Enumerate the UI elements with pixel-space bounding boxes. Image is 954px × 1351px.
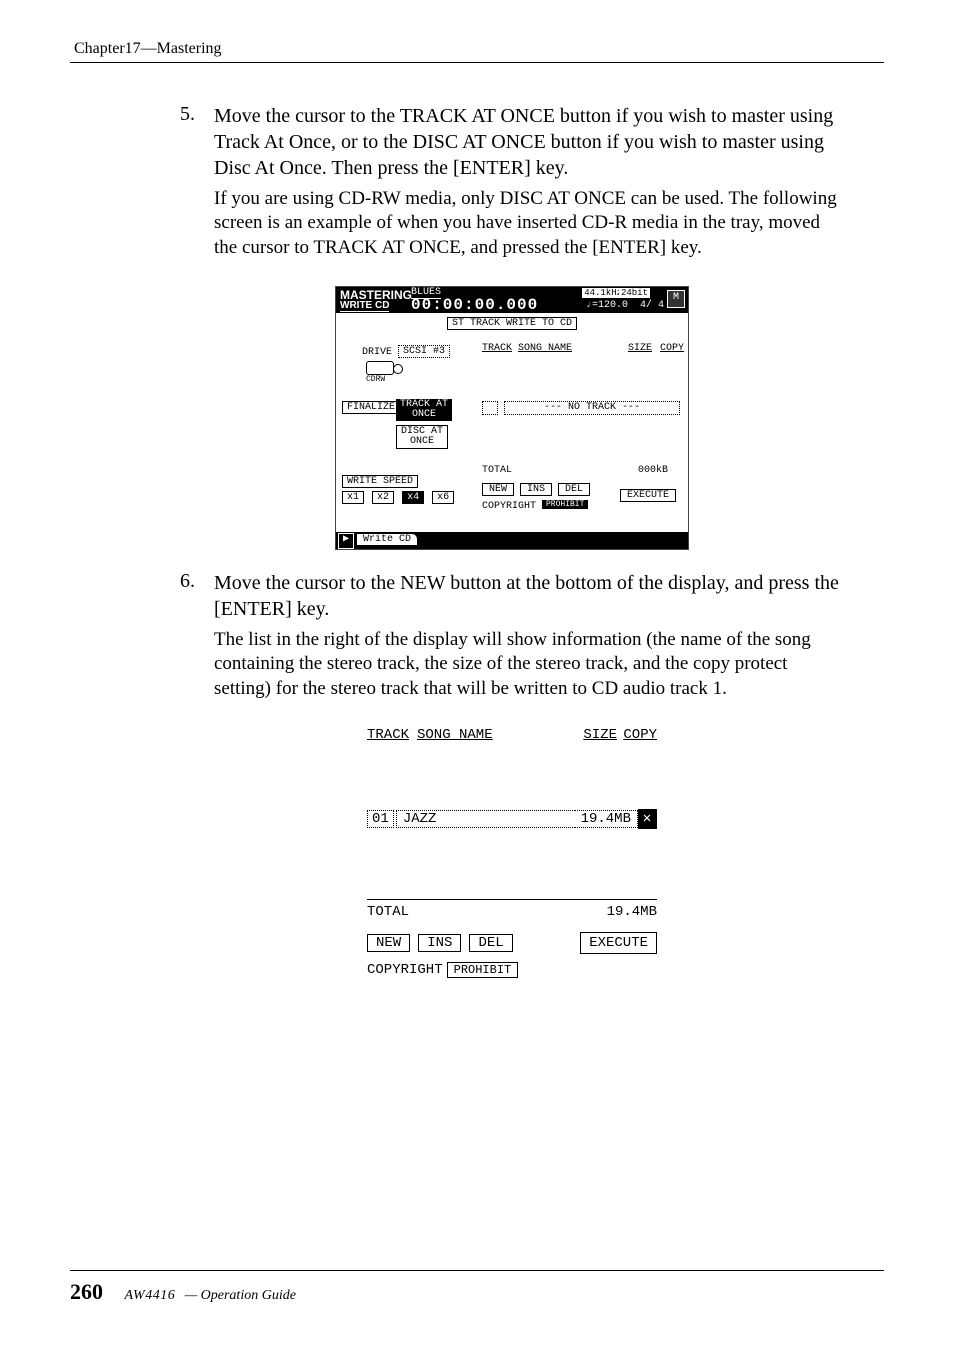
guide-label: — Operation Guide (185, 1288, 296, 1303)
column-header-track: TRACK (367, 727, 409, 743)
page-footer: 260 AW4416 — Operation Guide (70, 1270, 884, 1305)
action-buttons: NEW INS DEL EXECUTE (367, 932, 657, 954)
track-list[interactable]: --- NO TRACK --- (482, 357, 680, 445)
total-value: 19.4MB (607, 904, 657, 920)
page: Chapter17—Mastering 5. Move the cursor t… (0, 0, 954, 1351)
step-6-para: The list in the right of the display wil… (214, 628, 844, 701)
speed-x6-button[interactable]: x6 (432, 491, 454, 504)
new-button[interactable]: NEW (482, 483, 514, 496)
track-at-once-button[interactable]: TRACK AT ONCE (396, 399, 452, 421)
step-5-lead: Move the cursor to the TRACK AT ONCE but… (214, 105, 833, 179)
del-button[interactable]: DEL (469, 934, 512, 952)
column-header-copy: COPY (660, 343, 684, 354)
track-list-index-slot[interactable] (482, 401, 498, 415)
screen1-bitdepth: 24bit (619, 288, 650, 298)
total-label: TOTAL (482, 465, 512, 476)
content: 5. Move the cursor to the TRACK AT ONCE … (180, 103, 844, 978)
page-number: 260 (70, 1279, 103, 1304)
execute-button[interactable]: EXECUTE (580, 932, 657, 954)
product-model: AW4416 (125, 1288, 176, 1303)
copyright-label: COPYRIGHT (482, 501, 536, 512)
total-value: 000kB (638, 465, 668, 476)
new-button[interactable]: NEW (367, 934, 410, 952)
speed-x2-button[interactable]: x2 (372, 491, 394, 504)
screen1-titlebar: MASTERING WRITE CD BLUES 00:00:00.000 44… (336, 287, 688, 313)
copyright-row: COPYRIGHT PROHIBIT (367, 962, 657, 978)
screen-write-cd: MASTERING WRITE CD BLUES 00:00:00.000 44… (335, 286, 689, 550)
cdrw-label: CDRW (366, 375, 385, 384)
track-row-size: 19.4MB (575, 810, 638, 828)
finalize-button[interactable]: FINALIZE (342, 401, 400, 414)
speed-x1-button[interactable]: x1 (342, 491, 364, 504)
del-button[interactable]: DEL (558, 483, 590, 496)
track-list-area[interactable]: 01 JAZZ 19.4MB ✕ (367, 743, 657, 893)
screen1-samplerate: 44.1kHz (582, 288, 624, 298)
header-underline (70, 62, 884, 63)
column-header-copy: COPY (623, 727, 657, 743)
disc-at-once-button[interactable]: DISC AT ONCE (396, 425, 448, 449)
column-header-songname: SONG NAME (417, 727, 493, 743)
screen1-body: ST TRACK WRITE TO CD DRIVE SCSI #3 CDRW … (336, 313, 688, 532)
screen1-timesig: 4/ 4 (640, 300, 664, 311)
track-row-copy-icon: ✕ (638, 809, 657, 829)
step-5-number: 5. (180, 103, 210, 126)
track-row-index: 01 (367, 810, 394, 828)
column-header-track: TRACK (482, 343, 512, 354)
track-row-song: JAZZ (396, 810, 575, 828)
screen-track-list: TRACK SONG NAME SIZE COPY 01 JAZZ 19.4MB… (367, 727, 657, 978)
tab-nav-icon[interactable]: ▶ (338, 533, 354, 549)
track-row-1[interactable]: 01 JAZZ 19.4MB ✕ (367, 809, 657, 829)
copyright-label: COPYRIGHT (367, 962, 443, 978)
copyright-value[interactable]: PROHIBIT (447, 962, 519, 978)
write-speed-label: WRITE SPEED (342, 475, 418, 488)
step-6: 6. Move the cursor to the NEW button at … (180, 570, 844, 701)
step-5: 5. Move the cursor to the TRACK AT ONCE … (180, 103, 844, 260)
column-header-size: SIZE (583, 727, 617, 743)
screen1-section-title: ST TRACK WRITE TO CD (447, 317, 577, 330)
track-list-empty-row[interactable]: --- NO TRACK --- (504, 401, 680, 415)
cdrw-icon (366, 361, 394, 375)
copyright-value[interactable]: PROHIBIT (542, 500, 588, 509)
screen1-timecode: 00:00:00.000 (411, 296, 538, 314)
step-6-body: Move the cursor to the NEW button at the… (214, 570, 844, 701)
ins-button[interactable]: INS (418, 934, 461, 952)
screen1-tab-strip: ▶ Write CD (336, 532, 688, 549)
m-icon[interactable]: M (667, 290, 685, 308)
column-header-songname: SONG NAME (518, 343, 572, 354)
execute-button[interactable]: EXECUTE (620, 489, 676, 502)
screen1-writecd-label: WRITE CD (340, 300, 389, 312)
drive-value[interactable]: SCSI #3 (398, 345, 450, 358)
speed-x4-button[interactable]: x4 (402, 491, 424, 504)
screen1-tempo: ♩=120.0 (586, 300, 628, 311)
tab-write-cd[interactable]: Write CD (356, 533, 418, 546)
drive-label: DRIVE (362, 347, 392, 358)
step-5-body: Move the cursor to the TRACK AT ONCE but… (214, 103, 844, 260)
track-list-header: TRACK SONG NAME SIZE COPY (367, 727, 657, 743)
column-header-size: SIZE (628, 343, 652, 354)
total-row: TOTAL 19.4MB (367, 899, 657, 920)
ins-button[interactable]: INS (520, 483, 552, 496)
write-speed-buttons: x1 x2 x4 x6 (342, 491, 456, 504)
step-5-para: If you are using CD-RW media, only DISC … (214, 187, 844, 260)
step-6-number: 6. (180, 570, 210, 593)
header-breadcrumb: Chapter17—Mastering (74, 40, 884, 58)
total-label: TOTAL (367, 904, 607, 920)
step-6-lead: Move the cursor to the NEW button at the… (214, 572, 839, 620)
